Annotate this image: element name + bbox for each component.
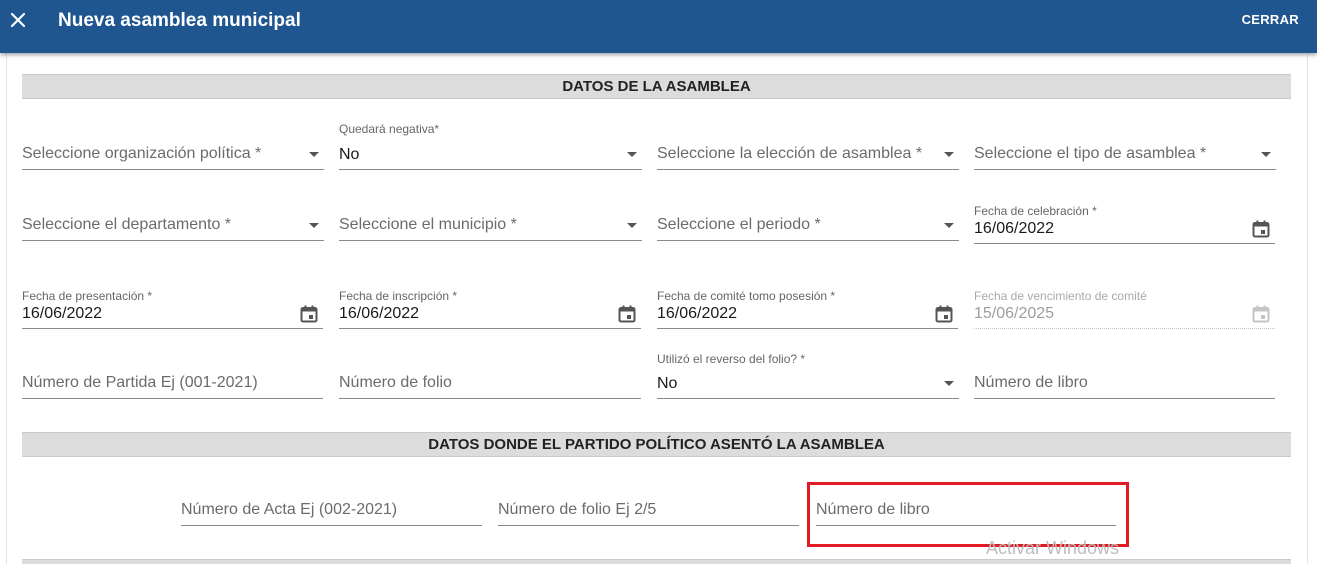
eleccion-placeholder: Seleccione la elección de asamblea *: [657, 145, 923, 162]
dialog-title: Nueva asamblea municipal: [58, 10, 301, 31]
quedara-negativa-select[interactable]: Quedará negativa* No: [339, 122, 642, 170]
numero-acta-placeholder: Número de Acta Ej (002-2021): [181, 501, 398, 518]
tipo-asamblea-select[interactable]: Seleccione el tipo de asamblea *: [974, 130, 1276, 170]
chevron-down-icon: [309, 223, 319, 228]
fecha-comite-value: 16/06/2022: [657, 305, 738, 322]
fecha-inscripcion-label: Fecha de inscripción *: [339, 289, 458, 303]
calendar-icon[interactable]: [1251, 219, 1271, 239]
fecha-presentacion-label: Fecha de presentación *: [22, 289, 153, 303]
calendar-icon[interactable]: [934, 304, 954, 324]
section-header-datos-asamblea: DATOS DE LA ASAMBLEA: [22, 74, 1291, 99]
section-header-datos-partido: DATOS DONDE EL PARTIDO POLÍTICO ASENTÓ L…: [22, 432, 1291, 457]
departamento-select[interactable]: Seleccione el departamento *: [22, 201, 324, 241]
chevron-down-icon: [627, 223, 637, 228]
chevron-down-icon: [1261, 152, 1271, 157]
activation-watermark: Activar Windows: [986, 538, 1120, 558]
calendar-icon: [1252, 305, 1270, 323]
fecha-vencimiento-value: 15/06/2025: [974, 305, 1055, 322]
fecha-comite-label: Fecha de comité tomo posesión *: [657, 289, 836, 303]
eleccion-select[interactable]: Seleccione la elección de asamblea *: [657, 130, 959, 170]
numero-folio-partido-input[interactable]: Número de folio Ej 2/5: [498, 486, 799, 526]
reverso-folio-label: Utilizó el reverso del folio? *: [657, 352, 806, 366]
organizacion-select[interactable]: Seleccione organización política *: [22, 130, 324, 170]
close-icon[interactable]: [8, 10, 28, 30]
municipio-placeholder: Seleccione el municipio *: [339, 216, 517, 233]
reverso-folio-value: No: [657, 375, 678, 392]
fecha-vencimiento-label: Fecha de vencimiento de comité: [974, 289, 1147, 303]
fecha-vencimiento-field: Fecha de vencimiento de comité 15/06/202…: [974, 289, 1275, 329]
fecha-comite-field[interactable]: Fecha de comité tomo posesión * 16/06/20…: [657, 289, 958, 329]
fecha-celebracion-value: 16/06/2022: [974, 220, 1055, 237]
tipo-placeholder: Seleccione el tipo de asamblea *: [974, 145, 1207, 162]
quedara-value: No: [339, 146, 360, 163]
departamento-placeholder: Seleccione el departamento *: [22, 216, 232, 233]
fecha-presentacion-value: 16/06/2022: [22, 305, 103, 322]
numero-acta-input[interactable]: Número de Acta Ej (002-2021): [181, 486, 482, 526]
numero-folio-placeholder: Número de folio: [339, 374, 452, 391]
app-toolbar: Nueva asamblea municipal CERRAR: [0, 0, 1317, 53]
periodo-placeholder: Seleccione el periodo *: [657, 216, 821, 233]
chevron-down-icon: [944, 381, 954, 386]
fecha-presentacion-field[interactable]: Fecha de presentación * 16/06/2022: [22, 289, 323, 329]
chevron-down-icon: [309, 152, 319, 157]
chevron-down-icon: [944, 223, 954, 228]
numero-libro-placeholder: Número de libro: [974, 374, 1088, 391]
calendar-icon[interactable]: [617, 304, 637, 324]
numero-partida-placeholder: Número de Partida Ej (001-2021): [22, 374, 258, 391]
chevron-down-icon: [944, 152, 954, 157]
fecha-celebracion-label: Fecha de celebración *: [974, 204, 1097, 218]
section-header-partial: [22, 559, 1291, 564]
fecha-inscripcion-field[interactable]: Fecha de inscripción * 16/06/2022: [339, 289, 641, 329]
fecha-celebracion-field[interactable]: Fecha de celebración * 16/06/2022: [974, 204, 1275, 244]
periodo-select[interactable]: Seleccione el periodo *: [657, 201, 959, 241]
reverso-folio-select[interactable]: Utilizó el reverso del folio? * No: [657, 352, 959, 399]
quedara-label: Quedará negativa*: [339, 122, 440, 136]
chevron-down-icon: [627, 152, 637, 157]
fecha-inscripcion-value: 16/06/2022: [339, 305, 420, 322]
calendar-icon[interactable]: [299, 304, 319, 324]
numero-folio-partido-placeholder: Número de folio Ej 2/5: [498, 501, 657, 518]
municipio-select[interactable]: Seleccione el municipio *: [339, 201, 642, 241]
close-button[interactable]: CERRAR: [1242, 12, 1299, 27]
numero-folio-input[interactable]: Número de folio: [339, 359, 641, 399]
numero-partida-input[interactable]: Número de Partida Ej (001-2021): [22, 359, 323, 399]
numero-libro-input[interactable]: Número de libro: [974, 359, 1275, 399]
organizacion-placeholder: Seleccione organización política *: [22, 145, 262, 162]
